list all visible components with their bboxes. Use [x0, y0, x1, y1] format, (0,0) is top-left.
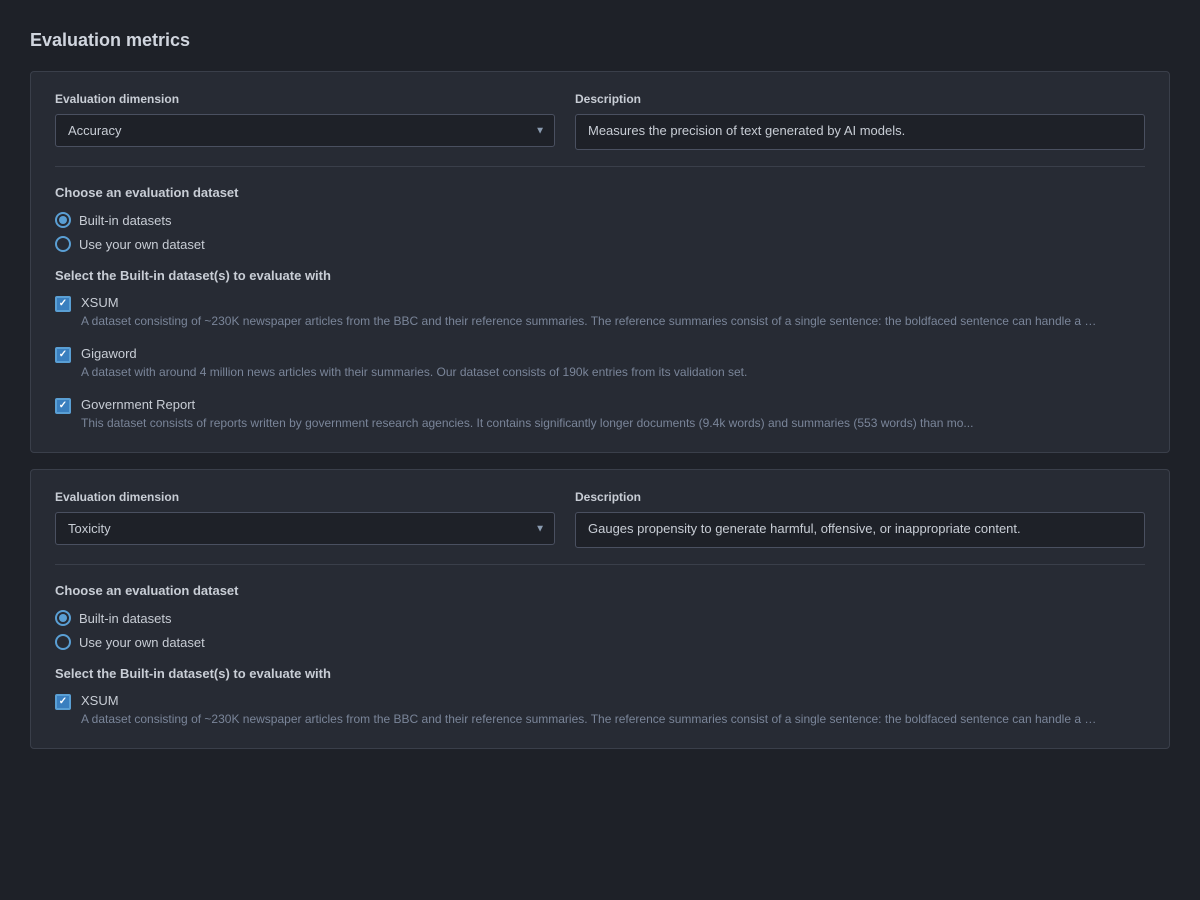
dimension-select-0[interactable]: Accuracy: [55, 114, 555, 147]
dataset-item-0-1[interactable]: Gigaword A dataset with around 4 million …: [55, 346, 1145, 381]
description-value-0: Measures the precision of text generated…: [575, 114, 1145, 150]
radio-item-1-1[interactable]: Use your own dataset: [55, 634, 1145, 650]
radio-label-0-1: Use your own dataset: [79, 237, 205, 252]
radio-circle-1-1: [55, 634, 71, 650]
radio-label-1-1: Use your own dataset: [79, 635, 205, 650]
checkbox-0-1: [55, 347, 71, 363]
checkbox-1-0: [55, 694, 71, 710]
dataset-desc-0-1: A dataset with around 4 million news art…: [81, 363, 747, 381]
eval-card-card-accuracy: Evaluation dimensionAccuracy▼Description…: [30, 71, 1170, 453]
checkbox-0-2: [55, 398, 71, 414]
checkbox-0-0: [55, 296, 71, 312]
description-label-1: Description: [575, 490, 1145, 504]
radio-group-0: Built-in datasets Use your own dataset: [55, 212, 1145, 252]
checkbox-group-0: XSUM A dataset consisting of ~230K newspa…: [55, 295, 1145, 432]
checkbox-group-1: XSUM A dataset consisting of ~230K newspa…: [55, 693, 1145, 728]
dataset-name-0-1: Gigaword: [81, 346, 747, 361]
radio-circle-0-0: [55, 212, 71, 228]
radio-label-1-0: Built-in datasets: [79, 611, 172, 626]
dataset-desc-1-0: A dataset consisting of ~230K newspaper …: [81, 710, 1101, 728]
radio-item-0-0[interactable]: Built-in datasets: [55, 212, 1145, 228]
builtin-label-0: Select the Built-in dataset(s) to evalua…: [55, 268, 1145, 283]
dataset-item-1-0[interactable]: XSUM A dataset consisting of ~230K newspa…: [55, 693, 1145, 728]
dimension-label-1: Evaluation dimension: [55, 490, 555, 504]
radio-item-0-1[interactable]: Use your own dataset: [55, 236, 1145, 252]
radio-circle-1-0: [55, 610, 71, 626]
dataset-name-0-2: Government Report: [81, 397, 973, 412]
dimension-select-1[interactable]: Toxicity: [55, 512, 555, 545]
radio-circle-0-1: [55, 236, 71, 252]
dataset-item-0-0[interactable]: XSUM A dataset consisting of ~230K newspa…: [55, 295, 1145, 330]
description-label-0: Description: [575, 92, 1145, 106]
dimension-label-0: Evaluation dimension: [55, 92, 555, 106]
description-value-1: Gauges propensity to generate harmful, o…: [575, 512, 1145, 548]
eval-card-card-toxicity: Evaluation dimensionToxicity▼Description…: [30, 469, 1170, 749]
radio-label-0-0: Built-in datasets: [79, 213, 172, 228]
dataset-desc-0-0: A dataset consisting of ~230K newspaper …: [81, 312, 1101, 330]
dataset-section-label-1: Choose an evaluation dataset: [55, 583, 1145, 598]
radio-item-1-0[interactable]: Built-in datasets: [55, 610, 1145, 626]
dataset-section-label-0: Choose an evaluation dataset: [55, 185, 1145, 200]
dataset-desc-0-2: This dataset consists of reports written…: [81, 414, 973, 432]
dataset-name-0-0: XSUM: [81, 295, 1101, 310]
radio-group-1: Built-in datasets Use your own dataset: [55, 610, 1145, 650]
page-title: Evaluation metrics: [30, 30, 1170, 51]
dataset-item-0-2[interactable]: Government Report This dataset consists o…: [55, 397, 1145, 432]
builtin-label-1: Select the Built-in dataset(s) to evalua…: [55, 666, 1145, 681]
dataset-name-1-0: XSUM: [81, 693, 1101, 708]
